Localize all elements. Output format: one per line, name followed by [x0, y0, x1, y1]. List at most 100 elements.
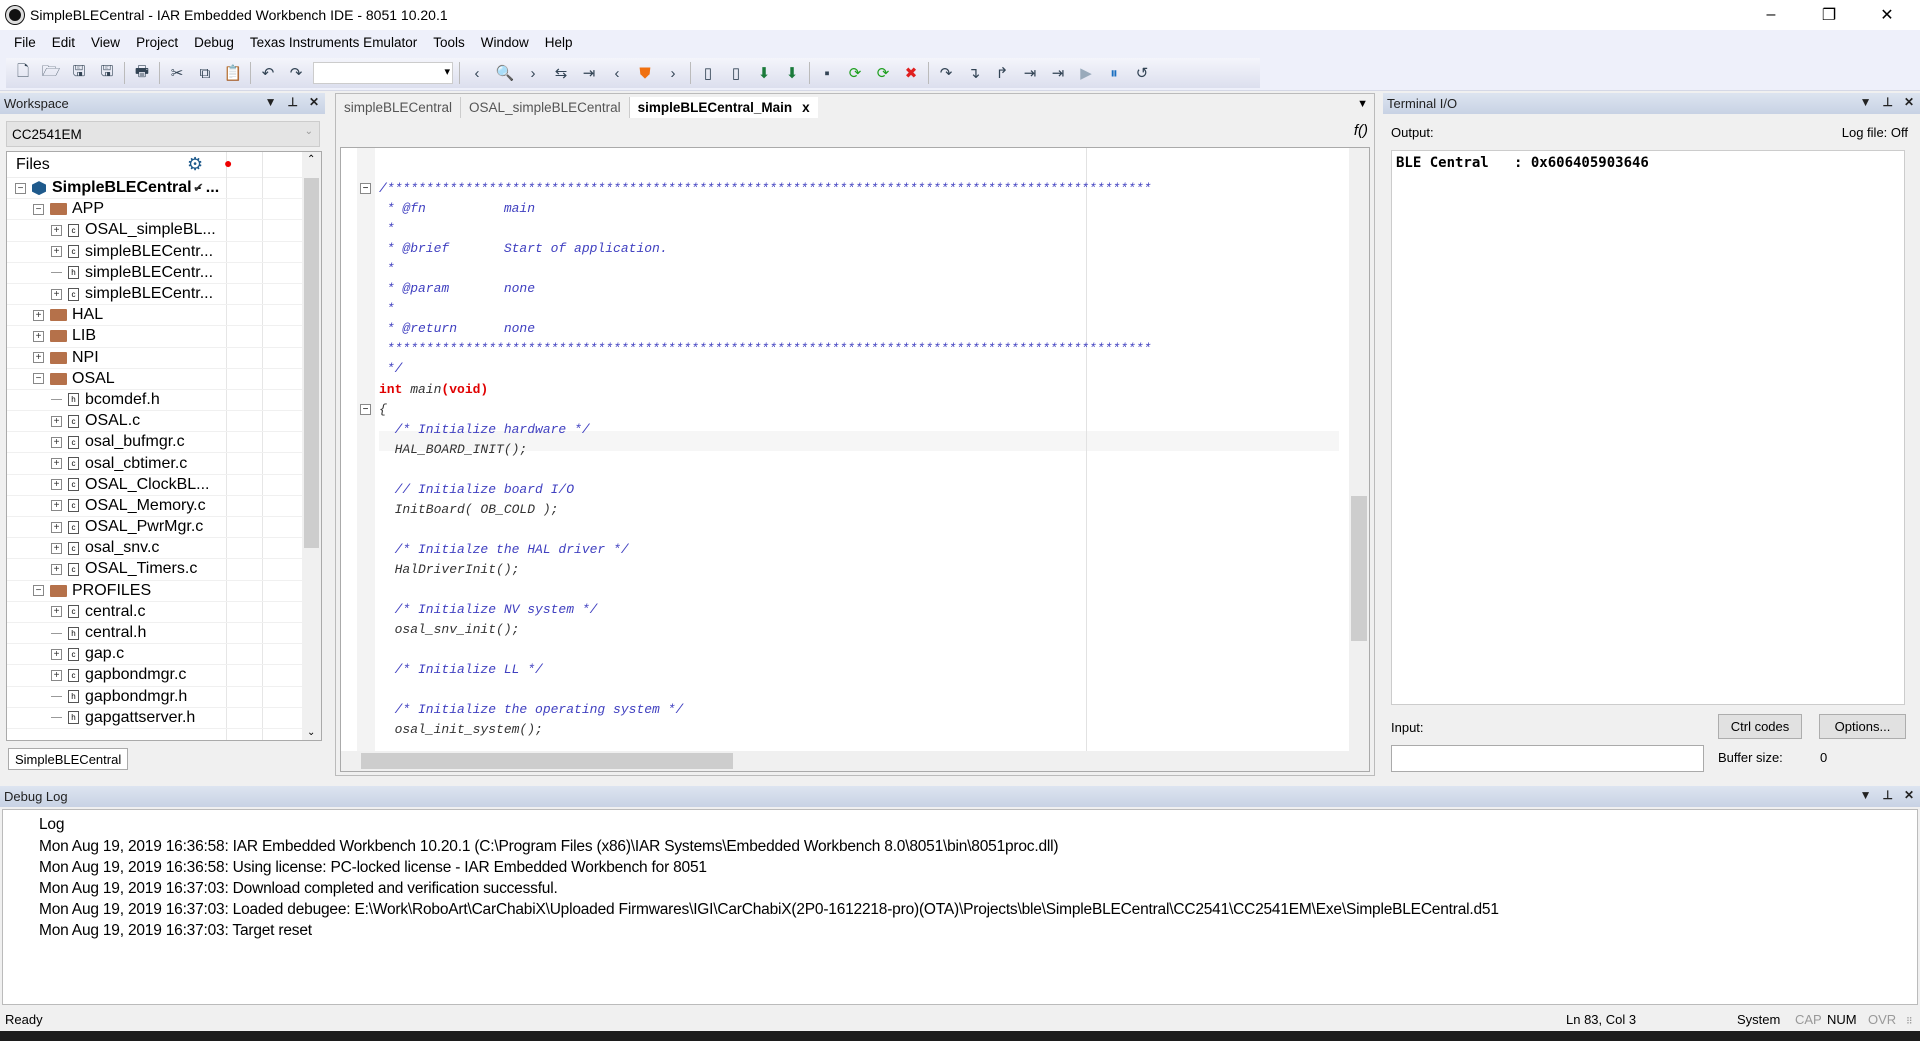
- menu-window[interactable]: Window: [473, 35, 537, 50]
- tree-item[interactable]: − OSAL: [7, 369, 321, 390]
- expand-icon[interactable]: +: [51, 542, 62, 554]
- tree-item[interactable]: + LIB: [7, 326, 321, 348]
- log-entry[interactable]: Mon Aug 19, 2019 16:36:58: Using license…: [39, 859, 707, 877]
- close-icon[interactable]: ✕: [1904, 788, 1914, 802]
- expand-icon[interactable]: +: [51, 479, 62, 491]
- menu-project[interactable]: Project: [128, 35, 186, 50]
- next-bookmark-icon[interactable]: ›: [662, 62, 684, 84]
- find-combo[interactable]: [313, 62, 453, 84]
- tree-item[interactable]: + c OSAL_Memory.c: [7, 496, 321, 517]
- tree-item[interactable]: + HAL: [7, 305, 321, 327]
- scroll-up-icon[interactable]: ⌃: [307, 154, 315, 165]
- print-icon[interactable]: 🖶: [131, 62, 153, 84]
- tree-item[interactable]: + c OSAL.c: [7, 411, 321, 433]
- make-icon[interactable]: ▯: [725, 62, 747, 84]
- pin-icon[interactable]: ⊥: [1882, 95, 1892, 109]
- terminal-output[interactable]: BLE Central : 0x606405903646: [1391, 150, 1905, 705]
- tree-item[interactable]: + c central.c: [7, 602, 321, 623]
- close-tab-icon[interactable]: x: [802, 100, 810, 115]
- dropdown-icon[interactable]: ▼: [265, 95, 277, 109]
- expand-icon[interactable]: +: [51, 288, 62, 300]
- tree-scrollbar[interactable]: ⌃ ⌄: [302, 152, 321, 740]
- stop-debug-icon[interactable]: ✖: [900, 62, 922, 84]
- tree-item[interactable]: + NPI: [7, 348, 321, 369]
- paste-icon[interactable]: 📋: [222, 62, 244, 84]
- replace-icon[interactable]: ⇆: [550, 62, 572, 84]
- gear-icon[interactable]: ⚙: [187, 154, 203, 175]
- ctrl-codes-button[interactable]: Ctrl codes: [1718, 714, 1802, 739]
- log-entry[interactable]: Mon Aug 19, 2019 16:37:03: Target reset: [39, 922, 312, 940]
- compile-icon[interactable]: ▯: [697, 62, 719, 84]
- tree-item[interactable]: + c osal_cbtimer.c: [7, 453, 321, 475]
- close-icon[interactable]: ✕: [1904, 95, 1914, 109]
- break-icon[interactable]: ⏸: [1103, 62, 1125, 84]
- collapse-icon[interactable]: −: [33, 373, 44, 385]
- find-icon[interactable]: 🔍: [494, 62, 516, 84]
- log-entry[interactable]: Mon Aug 19, 2019 16:37:03: Loaded debuge…: [39, 901, 1499, 919]
- tree-item[interactable]: h gapgattserver.h: [7, 708, 321, 729]
- tree-item[interactable]: + c simpleBLECentr...: [7, 242, 321, 263]
- code-editor[interactable]: /***************************************…: [340, 147, 1370, 772]
- close-button[interactable]: ✕: [1858, 0, 1916, 30]
- step-into-icon[interactable]: ↴: [963, 62, 985, 84]
- collapse-icon[interactable]: −: [33, 585, 44, 597]
- back-icon[interactable]: ‹: [466, 62, 488, 84]
- code-text[interactable]: /***************************************…: [379, 159, 1151, 740]
- expand-icon[interactable]: +: [51, 224, 62, 236]
- menu-texas-instruments-emulator[interactable]: Texas Instruments Emulator: [242, 35, 425, 50]
- tree-item[interactable]: h simpleBLECentr...: [7, 263, 321, 284]
- open-icon[interactable]: 🗁: [40, 62, 62, 84]
- tree-item[interactable]: + c osal_bufmgr.c: [7, 432, 321, 454]
- step-out-icon[interactable]: ↱: [991, 62, 1013, 84]
- new-file-icon[interactable]: 🗋: [12, 62, 34, 84]
- resize-grip-icon[interactable]: ⠿: [1906, 1016, 1913, 1027]
- step-over-icon[interactable]: ↷: [935, 62, 957, 84]
- log-entry[interactable]: Mon Aug 19, 2019 16:36:58: IAR Embedded …: [39, 838, 1059, 856]
- scroll-down-icon[interactable]: ⌄: [307, 727, 315, 738]
- expand-icon[interactable]: +: [33, 330, 44, 342]
- menu-edit[interactable]: Edit: [44, 35, 83, 50]
- download-debug-icon[interactable]: ⬇: [753, 62, 775, 84]
- expand-icon[interactable]: +: [33, 309, 44, 321]
- expand-icon[interactable]: +: [51, 246, 62, 258]
- options-button[interactable]: Options...: [1819, 714, 1906, 739]
- expand-icon[interactable]: +: [51, 669, 62, 681]
- dropdown-icon[interactable]: ▼: [1860, 788, 1872, 802]
- stop-build-icon[interactable]: ▪: [816, 62, 838, 84]
- tree-item[interactable]: + c gap.c: [7, 644, 321, 666]
- tree-item[interactable]: + c OSAL_Timers.c: [7, 559, 321, 581]
- tab-list-dropdown-icon[interactable]: ▼: [1357, 98, 1368, 110]
- log-file-status[interactable]: Log file: Off: [1842, 125, 1908, 140]
- tab-osal-simpleblecentral[interactable]: OSAL_simpleBLECentral: [461, 97, 630, 118]
- tree-item[interactable]: h central.h: [7, 623, 321, 645]
- terminal-input[interactable]: [1391, 745, 1704, 772]
- log-column-header[interactable]: Log: [39, 816, 64, 834]
- dropdown-icon[interactable]: ▼: [1860, 95, 1872, 109]
- menu-help[interactable]: Help: [537, 35, 581, 50]
- forward-icon[interactable]: ›: [522, 62, 544, 84]
- copy-icon[interactable]: ⧉: [194, 62, 216, 84]
- expand-icon[interactable]: +: [51, 563, 62, 575]
- go-icon[interactable]: ▶: [1075, 62, 1097, 84]
- tree-item[interactable]: + c simpleBLECentr...: [7, 284, 321, 306]
- menu-view[interactable]: View: [83, 35, 128, 50]
- function-navigator-button[interactable]: f(): [1354, 122, 1368, 139]
- tree-item[interactable]: + c osal_snv.c: [7, 538, 321, 560]
- debug-without-download-icon[interactable]: ⬇: [781, 62, 803, 84]
- menu-tools[interactable]: Tools: [425, 35, 473, 50]
- configuration-select[interactable]: CC2541EM ⌄: [6, 121, 320, 147]
- expand-icon[interactable]: +: [51, 415, 62, 427]
- expand-icon[interactable]: +: [51, 458, 62, 470]
- undo-icon[interactable]: ↶: [257, 62, 279, 84]
- expand-icon[interactable]: +: [33, 352, 44, 364]
- pin-icon[interactable]: ⊥: [1882, 788, 1892, 802]
- expand-icon[interactable]: +: [51, 500, 62, 512]
- cut-icon[interactable]: ✂: [166, 62, 188, 84]
- debug-log-list[interactable]: Log Mon Aug 19, 2019 16:36:58: IAR Embed…: [2, 809, 1918, 1005]
- next-statement-icon[interactable]: ⇥: [1019, 62, 1041, 84]
- editor-horizontal-scrollbar[interactable]: [341, 751, 1351, 771]
- save-icon[interactable]: 🖫: [68, 62, 90, 84]
- pin-icon[interactable]: ⊥: [287, 95, 297, 109]
- tree-item[interactable]: h gapbondmgr.h: [7, 687, 321, 708]
- tree-item[interactable]: − PROFILES: [7, 581, 321, 602]
